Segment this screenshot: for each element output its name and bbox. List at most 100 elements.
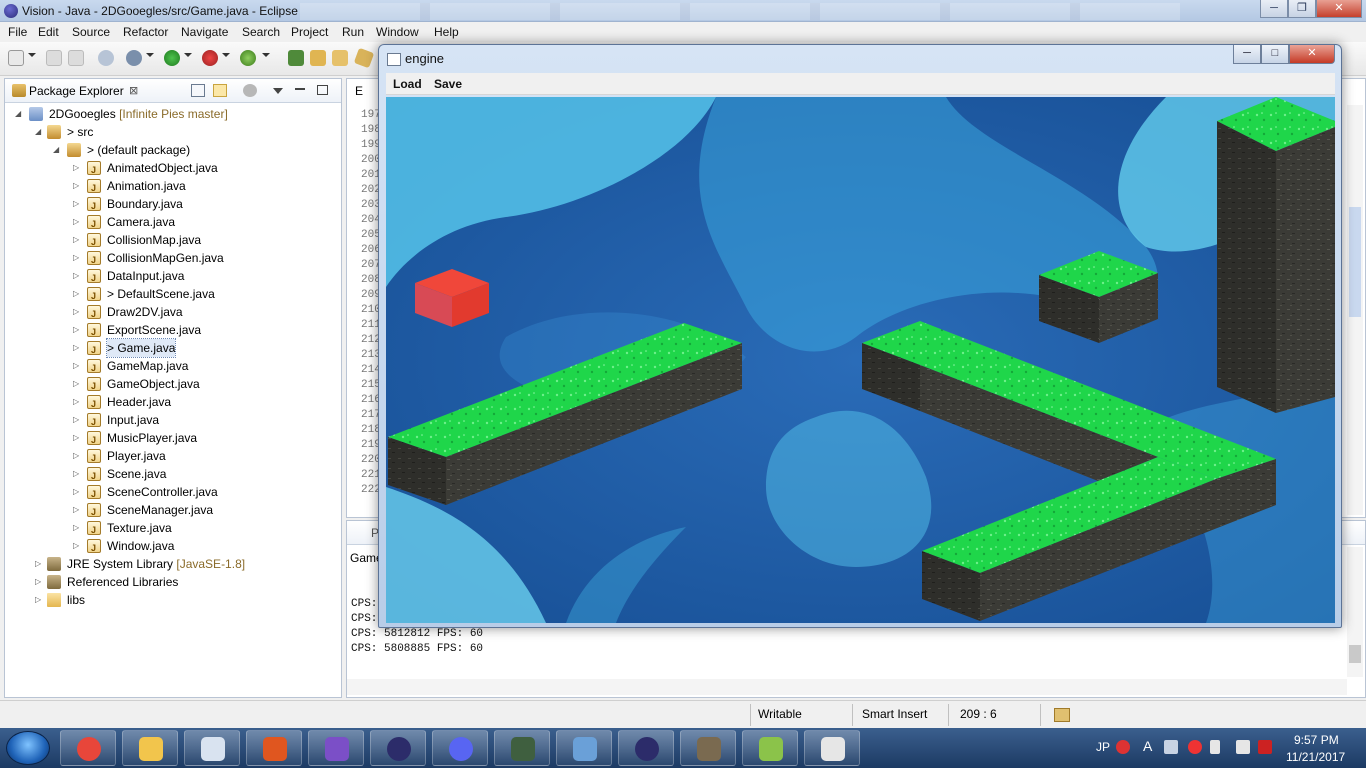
tree-java-file[interactable]: ▷ Input.java xyxy=(5,411,335,431)
expand-arrow-icon[interactable]: ▷ xyxy=(73,195,83,213)
expand-arrow-icon[interactable]: ▷ xyxy=(73,483,83,501)
focus-task-icon[interactable] xyxy=(243,84,257,97)
expand-arrow-icon[interactable]: ▷ xyxy=(73,177,83,195)
expand-arrow-icon[interactable]: ▷ xyxy=(35,555,45,573)
debug-dropdown-arrow-icon[interactable] xyxy=(146,53,154,57)
ime-mode-indicator[interactable]: A xyxy=(1143,738,1152,754)
link-with-editor-icon[interactable] xyxy=(213,84,227,97)
expand-arrow-icon[interactable]: ▷ xyxy=(73,249,83,267)
menu-edit[interactable]: Edit xyxy=(38,25,59,39)
game-minimize-button[interactable]: ─ xyxy=(1233,45,1261,64)
menu-refactor[interactable]: Refactor xyxy=(123,25,168,39)
package-explorer-tab[interactable]: Package Explorer ⊠ xyxy=(5,79,341,103)
collapse-arrow-icon[interactable]: ◢ xyxy=(35,123,45,141)
save-icon[interactable] xyxy=(46,50,62,66)
expand-arrow-icon[interactable]: ▷ xyxy=(73,285,83,303)
maximize-button[interactable]: ❐ xyxy=(1288,0,1316,18)
game-close-button[interactable]: ✕ xyxy=(1289,45,1335,64)
tree-java-file[interactable]: ▷ ExportScene.java xyxy=(5,321,335,341)
console-scroll-thumb[interactable] xyxy=(1349,645,1361,663)
expand-arrow-icon[interactable]: ▷ xyxy=(73,501,83,519)
taskbar-app-photos[interactable] xyxy=(556,730,612,766)
open-folder-icon[interactable] xyxy=(332,50,348,66)
expand-arrow-icon[interactable]: ▷ xyxy=(73,393,83,411)
editor-tab-label[interactable]: E xyxy=(355,84,363,98)
coverage-dropdown-arrow-icon[interactable] xyxy=(262,53,270,57)
tree-java-file[interactable]: ▷ GameObject.java xyxy=(5,375,335,395)
expand-arrow-icon[interactable]: ▷ xyxy=(73,357,83,375)
antivirus-icon[interactable] xyxy=(1258,740,1272,754)
minimize-button[interactable]: ─ xyxy=(1260,0,1288,18)
expand-arrow-icon[interactable]: ▷ xyxy=(73,375,83,393)
expand-arrow-icon[interactable]: ▷ xyxy=(73,267,83,285)
expand-arrow-icon[interactable]: ▷ xyxy=(73,447,83,465)
expand-arrow-icon[interactable]: ▷ xyxy=(35,591,45,609)
new-icon[interactable] xyxy=(8,50,24,66)
expand-arrow-icon[interactable]: ▷ xyxy=(73,213,83,231)
taskbar-app-discord[interactable] xyxy=(432,730,488,766)
maximize-view-icon[interactable] xyxy=(317,85,328,95)
expand-arrow-icon[interactable]: ▷ xyxy=(73,339,83,357)
menu-project[interactable]: Project xyxy=(291,25,328,39)
menu-file[interactable]: File xyxy=(8,25,27,39)
taskbar-app-visual-studio[interactable] xyxy=(308,730,364,766)
expand-arrow-icon[interactable]: ▷ xyxy=(73,159,83,177)
expand-arrow-icon[interactable]: ▷ xyxy=(73,519,83,537)
expand-arrow-icon[interactable]: ▷ xyxy=(73,231,83,249)
debug-icon[interactable] xyxy=(126,50,142,66)
expand-arrow-icon[interactable]: ▷ xyxy=(73,537,83,555)
coverage-icon[interactable] xyxy=(240,50,256,66)
collapse-all-icon[interactable] xyxy=(191,84,205,97)
menu-search[interactable]: Search xyxy=(242,25,280,39)
console-horizontal-scrollbar[interactable] xyxy=(347,679,1347,695)
tree-java-file[interactable]: ▷ Window.java xyxy=(5,537,335,557)
new-dropdown-arrow-icon[interactable] xyxy=(28,53,36,57)
tree-java-file[interactable]: ▷ Boundary.java xyxy=(5,195,335,215)
taskbar-app-terminal[interactable] xyxy=(494,730,550,766)
tree-java-file[interactable]: ▷ GameMap.java xyxy=(5,357,335,377)
external-tools-dropdown-arrow-icon[interactable] xyxy=(222,53,230,57)
editor-scroll-thumb[interactable] xyxy=(1349,207,1361,317)
menu-save[interactable]: Save xyxy=(434,77,462,91)
expand-arrow-icon[interactable]: ▷ xyxy=(73,429,83,447)
notification-icon[interactable] xyxy=(1116,740,1130,754)
taskbar-app-eclipse[interactable] xyxy=(370,730,426,766)
tree-java-file[interactable]: ▷ Header.java xyxy=(5,393,335,413)
menu-load[interactable]: Load xyxy=(393,77,422,91)
collapse-arrow-icon[interactable]: ◢ xyxy=(53,141,63,159)
clock-time[interactable]: 9:57 PM xyxy=(1294,733,1339,747)
taskbar-app-mega[interactable] xyxy=(246,730,302,766)
run-dropdown-arrow-icon[interactable] xyxy=(184,53,192,57)
menu-source[interactable]: Source xyxy=(72,25,110,39)
run-icon[interactable] xyxy=(164,50,180,66)
tree-java-file[interactable]: ▷ Draw2DV.java xyxy=(5,303,335,323)
tree-java-file[interactable]: ▷ SceneController.java xyxy=(5,483,335,503)
expand-arrow-icon[interactable]: ▷ xyxy=(73,303,83,321)
taskbar-app-eclipse-2[interactable] xyxy=(618,730,674,766)
tree-java-file[interactable]: ▷ > DefaultScene.java xyxy=(5,285,335,305)
taskbar-app-paint-tools[interactable] xyxy=(184,730,240,766)
tree-java-file[interactable]: ▷ DataInput.java xyxy=(5,267,335,287)
view-menu-icon[interactable] xyxy=(273,88,283,94)
clock-date[interactable]: 11/21/2017 xyxy=(1286,750,1345,764)
tree-java-file[interactable]: ▷ Player.java xyxy=(5,447,335,467)
menu-run[interactable]: Run xyxy=(342,25,364,39)
game-maximize-button[interactable]: □ xyxy=(1261,45,1289,64)
tree-java-file[interactable]: ▷ CollisionMapGen.java xyxy=(5,249,335,269)
open-type-icon[interactable] xyxy=(310,50,326,66)
tree-java-file[interactable]: ▷ MusicPlayer.java xyxy=(5,429,335,449)
taskbar-app-android-studio[interactable] xyxy=(742,730,798,766)
tree-java-file[interactable]: ▷ Animation.java xyxy=(5,177,335,197)
close-view-icon[interactable]: ⊠ xyxy=(129,84,138,97)
start-button[interactable] xyxy=(6,731,50,765)
close-button[interactable]: ✕ xyxy=(1316,0,1362,18)
menu-help[interactable]: Help xyxy=(434,25,459,39)
ime-pad-icon[interactable] xyxy=(1164,740,1178,754)
save-all-icon[interactable] xyxy=(68,50,84,66)
tree-java-file[interactable]: ▷ > Game.java xyxy=(5,338,335,359)
tree-referenced-libraries[interactable]: ▷ Referenced Libraries xyxy=(5,573,335,591)
external-tools-icon[interactable] xyxy=(202,50,218,66)
tree-java-file[interactable]: ▷ Texture.java xyxy=(5,519,335,539)
tree-java-file[interactable]: ▷ SceneManager.java xyxy=(5,501,335,521)
tree-libs-folder[interactable]: ▷ libs xyxy=(5,591,335,609)
